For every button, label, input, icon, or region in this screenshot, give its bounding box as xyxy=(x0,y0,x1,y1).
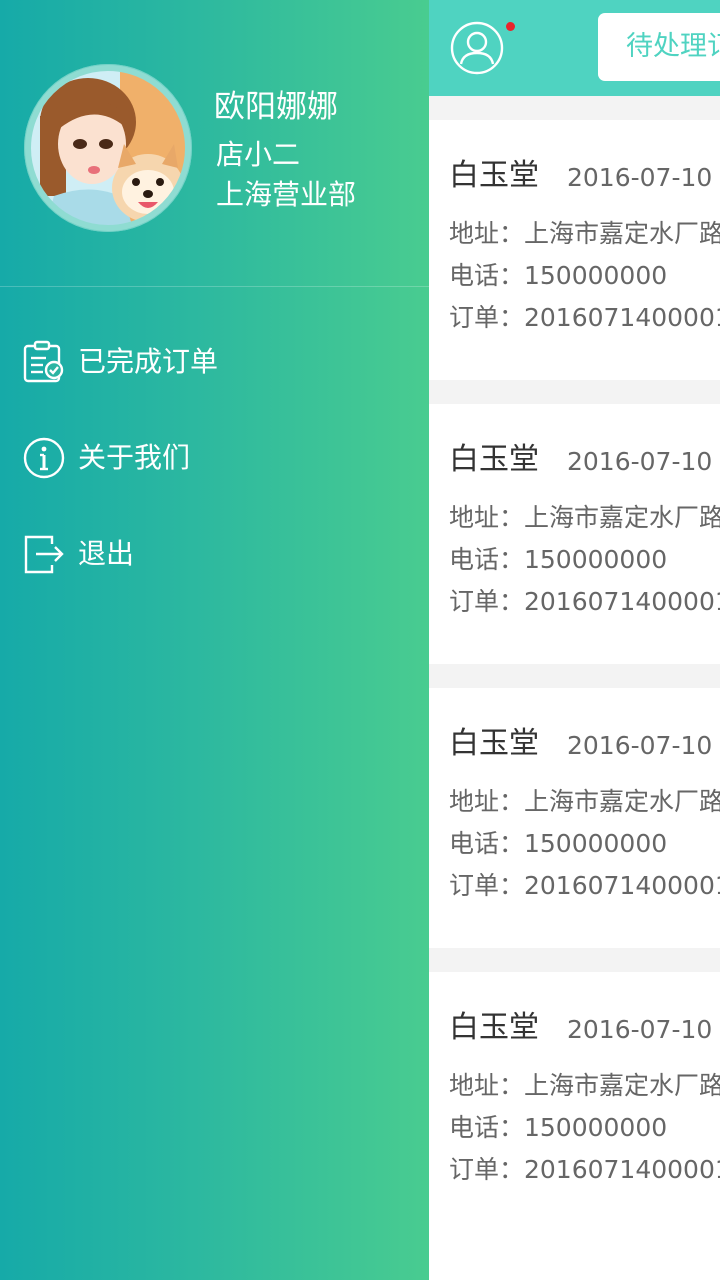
user-department: 上海营业部 xyxy=(216,178,357,211)
menu-item-label: 已完成订单 xyxy=(78,345,219,378)
order-number: 订单：20160714000012 xyxy=(449,303,720,332)
menu-item-logout[interactable]: 退出 xyxy=(0,514,429,594)
order-number: 订单：20160714000012 xyxy=(449,587,720,616)
order-datetime: 2016-07-10 12:00 xyxy=(567,163,720,192)
order-card[interactable]: 白玉堂 2016-07-10 12:00 地址：上海市嘉定水厂路 电话：1500… xyxy=(429,120,720,380)
order-datetime: 2016-07-10 12:00 xyxy=(567,731,720,760)
order-number: 订单：20160714000012 xyxy=(449,871,720,900)
menu-item-about-us[interactable]: 关于我们 xyxy=(0,418,429,498)
order-phone: 电话：150000000 xyxy=(449,261,668,290)
order-list-screen: 待处理订单 白玉堂 2016-07-10 12:00 地址：上海市嘉定水厂路 电… xyxy=(429,0,720,1280)
user-profile: 欧阳娜娜 店小二 上海营业部 xyxy=(0,0,429,287)
order-shop-name: 白玉堂 xyxy=(449,158,539,193)
order-datetime: 2016-07-10 12:00 xyxy=(567,447,720,476)
user-icon[interactable] xyxy=(449,20,505,76)
user-name: 欧阳娜娜 xyxy=(214,89,338,125)
order-datetime: 2016-07-10 12:00 xyxy=(567,1015,720,1044)
order-phone: 电话：150000000 xyxy=(449,1113,668,1142)
order-address: 地址：上海市嘉定水厂路 xyxy=(449,219,720,248)
menu-item-label: 关于我们 xyxy=(78,441,191,474)
clipboard-check-icon xyxy=(22,340,66,384)
order-shop-name: 白玉堂 xyxy=(449,442,539,477)
menu-item-label: 退出 xyxy=(78,537,135,570)
logout-icon xyxy=(22,532,66,576)
order-address: 地址：上海市嘉定水厂路 xyxy=(449,1071,720,1100)
order-card[interactable]: 白玉堂 2016-07-10 12:00 地址：上海市嘉定水厂路 电话：1500… xyxy=(429,688,720,948)
tab-pending-orders[interactable]: 待处理订单 xyxy=(598,13,720,81)
user-role: 店小二 xyxy=(216,138,301,171)
navigation-drawer: 欧阳娜娜 店小二 上海营业部 已完成订单 关于我们 退出 xyxy=(0,0,429,1280)
order-phone: 电话：150000000 xyxy=(449,545,668,574)
avatar-illustration xyxy=(24,64,192,232)
order-phone: 电话：150000000 xyxy=(449,829,668,858)
order-address: 地址：上海市嘉定水厂路 xyxy=(449,503,720,532)
top-bar: 待处理订单 xyxy=(429,0,720,96)
avatar[interactable] xyxy=(24,64,192,232)
info-icon xyxy=(22,436,66,480)
order-card[interactable]: 白玉堂 2016-07-10 12:00 地址：上海市嘉定水厂路 电话：1500… xyxy=(429,972,720,1280)
menu-item-completed-orders[interactable]: 已完成订单 xyxy=(0,322,429,402)
order-card[interactable]: 白玉堂 2016-07-10 12:00 地址：上海市嘉定水厂路 电话：1500… xyxy=(429,404,720,664)
notification-dot xyxy=(506,22,515,31)
order-address: 地址：上海市嘉定水厂路 xyxy=(449,787,720,816)
order-number: 订单：20160714000012 xyxy=(449,1155,720,1184)
order-shop-name: 白玉堂 xyxy=(449,726,539,761)
order-shop-name: 白玉堂 xyxy=(449,1010,539,1045)
